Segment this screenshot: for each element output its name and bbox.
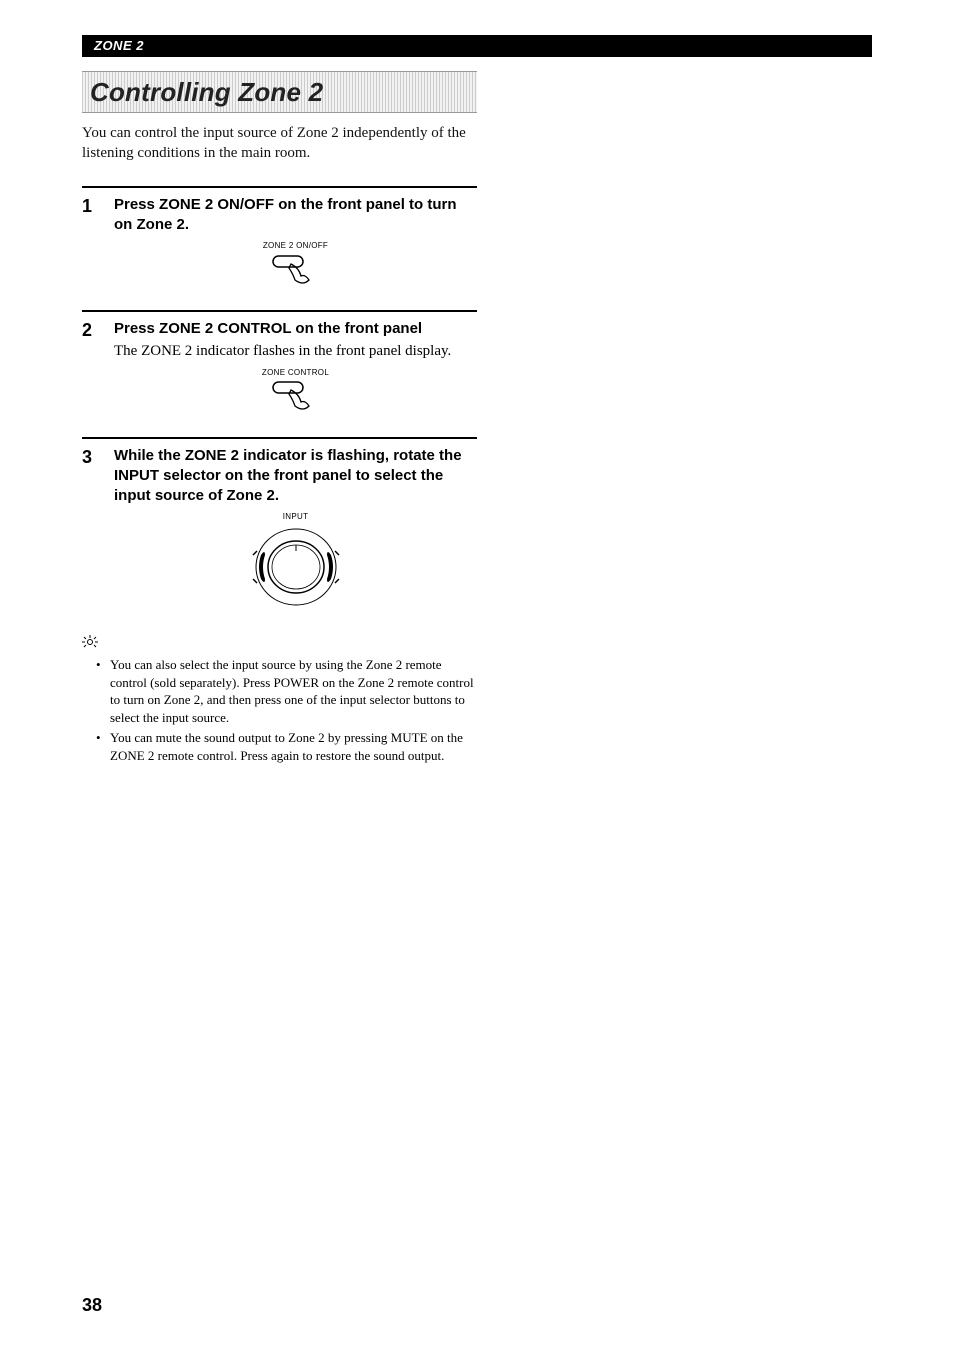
dial-icon — [114, 525, 477, 609]
intro-paragraph: You can control the input source of Zone… — [82, 123, 477, 164]
tips-list: You can also select the input source by … — [82, 656, 477, 764]
diagram-label: ZONE CONTROL — [114, 368, 477, 379]
step-diagram: INPUT — [114, 512, 477, 609]
step-heading: Press ZONE 2 ON/OFF on the front panel t… — [114, 195, 477, 236]
step-diagram: ZONE CONTROL — [114, 368, 477, 421]
page-title-box: Controlling Zone 2 — [82, 71, 477, 113]
button-press-icon — [271, 380, 321, 414]
step-heading: Press ZONE 2 CONTROL on the front panel — [114, 319, 477, 339]
step-1: 1 Press ZONE 2 ON/OFF on the front panel… — [82, 188, 477, 311]
step-body: Press ZONE 2 ON/OFF on the front panel t… — [114, 195, 477, 299]
step-subtext: The ZONE 2 indicator flashes in the fron… — [114, 341, 477, 361]
step-body: While the ZONE 2 indicator is flashing, … — [114, 446, 477, 614]
step-number: 2 — [82, 319, 114, 425]
page-number: 38 — [82, 1295, 102, 1316]
step-number: 3 — [82, 446, 114, 614]
step-body: Press ZONE 2 CONTROL on the front panel … — [114, 319, 477, 425]
step-2: 2 Press ZONE 2 CONTROL on the front pane… — [82, 312, 477, 437]
section-header-bar: ZONE 2 — [82, 35, 872, 57]
step-3: 3 While the ZONE 2 indicator is flashing… — [82, 439, 477, 626]
button-press-icon — [271, 254, 321, 288]
tip-item: You can also select the input source by … — [96, 656, 477, 726]
diagram-label: INPUT — [114, 512, 477, 523]
step-heading: While the ZONE 2 indicator is flashing, … — [114, 446, 477, 507]
step-diagram: ZONE 2 ON/OFF — [114, 241, 477, 294]
page-title: Controlling Zone 2 — [82, 77, 323, 108]
tip-icon — [82, 635, 872, 654]
section-label: ZONE 2 — [94, 38, 144, 53]
diagram-label: ZONE 2 ON/OFF — [114, 241, 477, 252]
tip-item: You can mute the sound output to Zone 2 … — [96, 729, 477, 764]
step-number: 1 — [82, 195, 114, 299]
